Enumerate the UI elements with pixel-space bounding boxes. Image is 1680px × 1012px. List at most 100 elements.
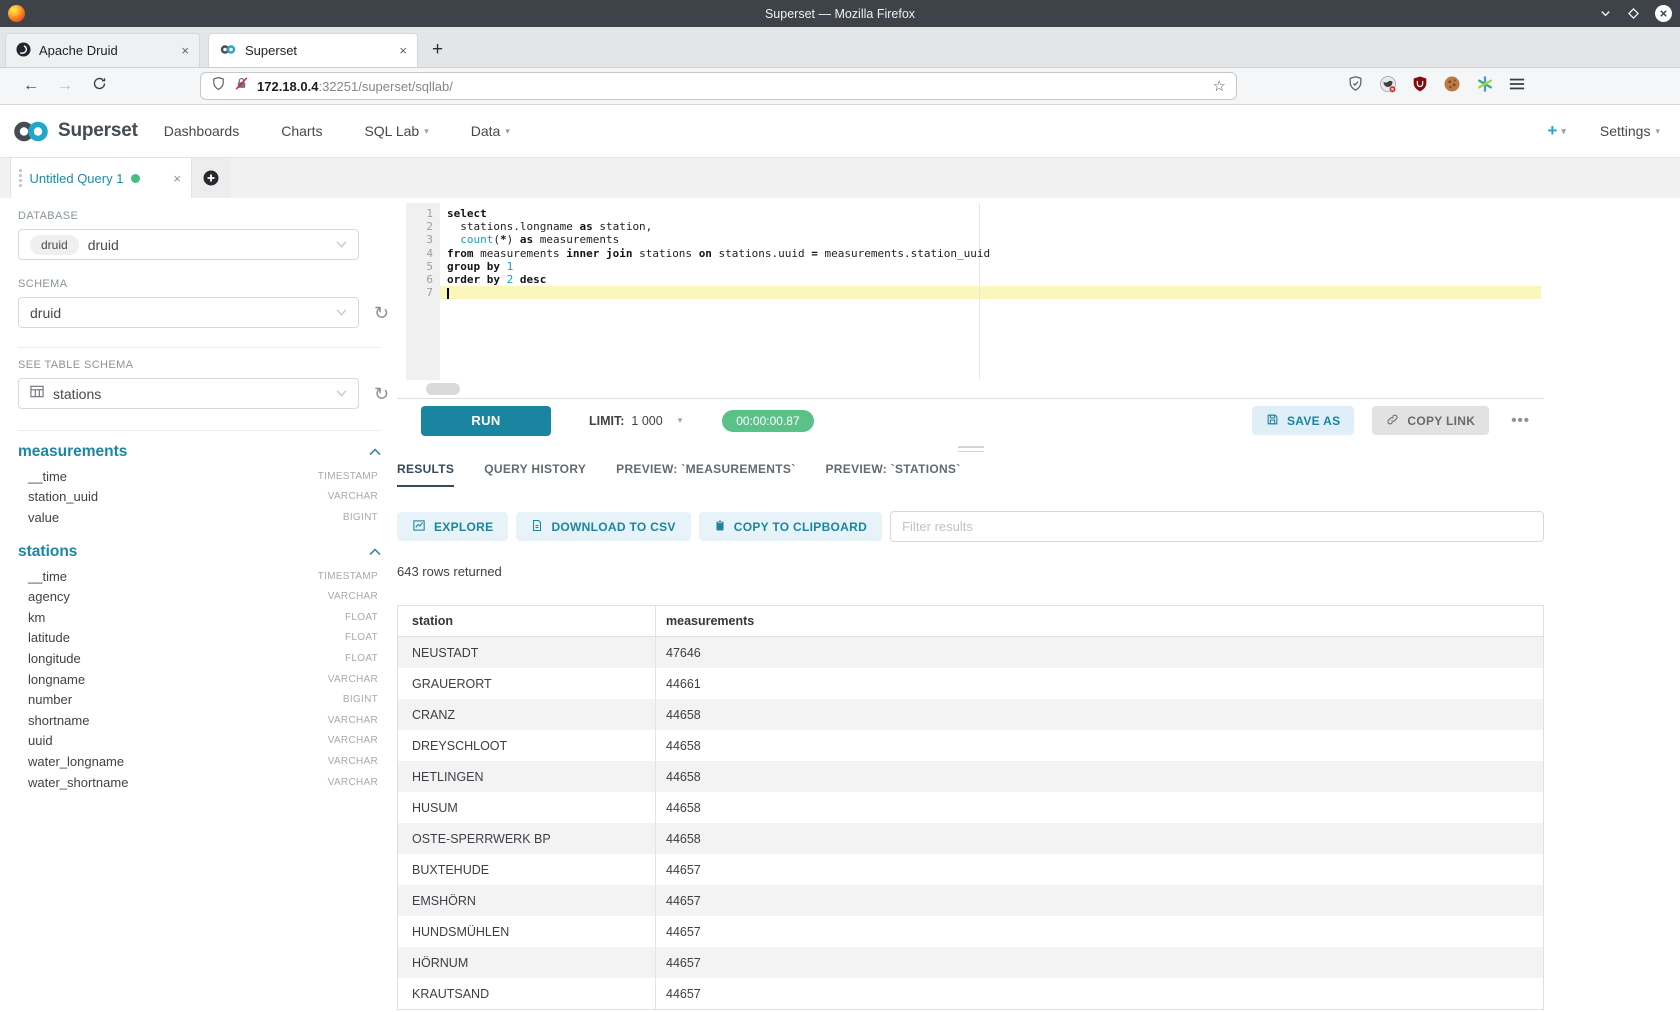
nav-item-dashboards[interactable]: Dashboards <box>164 123 240 139</box>
limit-label: LIMIT: <box>589 414 624 428</box>
back-icon[interactable]: ← <box>14 77 48 95</box>
new-item-button[interactable]: +▾ <box>1547 121 1565 141</box>
tab-close-icon[interactable]: × <box>399 43 407 58</box>
results-table: station measurements NEUSTADT47646GRAUER… <box>397 605 1544 1010</box>
query-status-dot <box>131 174 140 183</box>
column-header-measurements[interactable]: measurements <box>655 606 1543 636</box>
url-bar[interactable]: 172.18.0.4:32251/superset/sqllab/ ☆ <box>200 72 1237 100</box>
url-path: :32251/superset/sqllab/ <box>318 79 452 94</box>
results-tab-preview-3[interactable]: PREVIEW: `STATIONS` <box>826 462 961 487</box>
shield-icon[interactable] <box>211 76 226 96</box>
editor-code[interactable]: select stations.longname as station, cou… <box>440 207 1541 299</box>
chevron-down-icon <box>336 309 347 316</box>
refresh-schema-icon[interactable]: ↻ <box>374 304 389 322</box>
column-row: shortnameVARCHAR <box>18 710 378 731</box>
chevron-down-icon: ▾ <box>424 126 429 137</box>
schema-table-measurements[interactable]: measurements <box>18 441 381 463</box>
copy-link-button[interactable]: COPY LINK <box>1372 406 1489 435</box>
browser-tab-superset[interactable]: Superset × <box>208 33 418 67</box>
superset-logo[interactable]: Superset <box>10 119 138 144</box>
limit-dropdown[interactable]: LIMIT: 1 000 ▾ <box>589 414 682 428</box>
column-row: numberBIGINT <box>18 689 378 710</box>
browser-tab-apache-druid[interactable]: Apache Druid × <box>5 33 200 67</box>
results-tab-results[interactable]: RESULTS <box>397 462 454 487</box>
extension-ublock-icon[interactable] <box>1412 75 1428 97</box>
sqllab-sidebar: DATABASE druid druid SCHEMA druid ↻ SEE … <box>0 198 391 1012</box>
editor-results-pane: 1234567 select stations.longname as stat… <box>397 198 1544 1012</box>
chevron-down-icon: ▾ <box>505 126 510 137</box>
query-tab-close-icon[interactable]: × <box>173 171 181 186</box>
database-select[interactable]: druid druid <box>18 229 359 260</box>
tab-title: Superset <box>245 43 391 58</box>
extension-shield-icon[interactable] <box>1347 75 1364 97</box>
insecure-lock-icon[interactable] <box>234 76 249 96</box>
column-row: __timeTIMESTAMP <box>18 566 378 587</box>
url-host: 172.18.0.4 <box>257 79 318 94</box>
reload-icon[interactable] <box>82 76 116 96</box>
add-query-tab-button[interactable] <box>192 158 230 198</box>
editor-gutter: 1234567 <box>406 203 440 380</box>
column-row: station_uuidVARCHAR <box>18 487 378 508</box>
nav-item-sql-lab[interactable]: SQL Lab▾ <box>364 123 428 139</box>
query-tabstrip: Untitled Query 1 × <box>0 158 1680 198</box>
results-actions: EXPLORE DOWNLOAD TO CSV COPY TO CLIPBOAR… <box>397 511 1544 542</box>
column-header-station[interactable]: station <box>398 614 655 628</box>
druid-favicon <box>16 42 31 60</box>
hamburger-menu-icon[interactable] <box>1509 77 1525 96</box>
table-row: DREYSCHLOOT44658 <box>398 730 1543 761</box>
download-csv-button[interactable]: DOWNLOAD TO CSV <box>516 512 690 541</box>
table-row: NEUSTADT47646 <box>398 637 1543 668</box>
extension-cookie-icon[interactable] <box>1443 75 1461 98</box>
extension-mask-icon[interactable] <box>1379 75 1397 98</box>
results-tab-query-history[interactable]: QUERY HISTORY <box>484 462 586 487</box>
more-actions-button[interactable]: ••• <box>1507 412 1534 429</box>
extension-asterisk-icon[interactable] <box>1476 75 1494 98</box>
see-table-schema-label: SEE TABLE SCHEMA <box>18 359 391 371</box>
save-icon <box>1266 413 1279 429</box>
explore-button[interactable]: EXPLORE <box>397 512 508 541</box>
window-maximize-icon[interactable] <box>1627 7 1640 20</box>
table-row: EMSHÖRN44657 <box>398 885 1543 916</box>
nav-item-charts[interactable]: Charts <box>281 123 322 139</box>
window-minimize-icon[interactable] <box>1599 7 1612 20</box>
tab-close-icon[interactable]: × <box>181 43 189 58</box>
editor-hscrollbar <box>397 380 1544 398</box>
pane-drag-handle[interactable] <box>397 442 1544 456</box>
chevron-up-icon[interactable] <box>369 443 381 461</box>
window-title: Superset — Mozilla Firefox <box>0 7 1680 21</box>
extension-icons <box>1347 75 1525 98</box>
copy-clipboard-button[interactable]: COPY TO CLIPBOARD <box>699 512 882 541</box>
table-select[interactable]: stations <box>18 378 359 409</box>
schema-table-list: measurements __timeTIMESTAMP station_uuidV… <box>18 441 391 792</box>
bookmark-star-icon[interactable]: ☆ <box>1213 77 1226 95</box>
query-tab-untitled[interactable]: Untitled Query 1 × <box>10 158 192 198</box>
nav-item-data[interactable]: Data▾ <box>471 123 510 139</box>
window-titlebar: Superset — Mozilla Firefox <box>0 0 1680 27</box>
chevron-up-icon[interactable] <box>369 543 381 561</box>
column-row: longitudeFLOAT <box>18 648 378 669</box>
settings-menu[interactable]: Settings▾ <box>1600 123 1660 139</box>
run-button[interactable]: RUN <box>421 406 551 436</box>
filter-results-input[interactable] <box>890 511 1544 542</box>
link-icon <box>1386 413 1399 429</box>
chevron-down-icon: ▾ <box>678 415 683 426</box>
sqllab-main: DATABASE druid druid SCHEMA druid ↻ SEE … <box>0 198 1680 1012</box>
table-row: HUSUM44658 <box>398 792 1543 823</box>
new-tab-button[interactable]: + <box>426 39 455 67</box>
drag-handle-icon[interactable] <box>19 169 22 187</box>
save-as-button[interactable]: SAVE AS <box>1252 406 1354 435</box>
browser-tabstrip: Apache Druid × Superset × + <box>0 27 1680 68</box>
schema-select[interactable]: druid <box>18 297 359 328</box>
results-tab-preview-2[interactable]: PREVIEW: `MEASUREMENTS` <box>616 462 795 487</box>
forward-icon[interactable]: → <box>48 77 82 95</box>
refresh-table-icon[interactable]: ↻ <box>374 385 389 403</box>
column-row: latitudeFLOAT <box>18 628 378 649</box>
table-row: GRAUERORT44661 <box>398 668 1543 699</box>
window-close-icon[interactable] <box>1655 5 1672 22</box>
column-row: valueBIGINT <box>18 507 378 528</box>
chevron-down-icon: ▾ <box>1561 126 1566 137</box>
database-pill: druid <box>30 235 79 255</box>
hscrollbar-thumb[interactable] <box>426 383 460 395</box>
sql-editor[interactable]: 1234567 select stations.longname as stat… <box>406 203 1541 380</box>
schema-table-stations[interactable]: stations <box>18 541 381 563</box>
